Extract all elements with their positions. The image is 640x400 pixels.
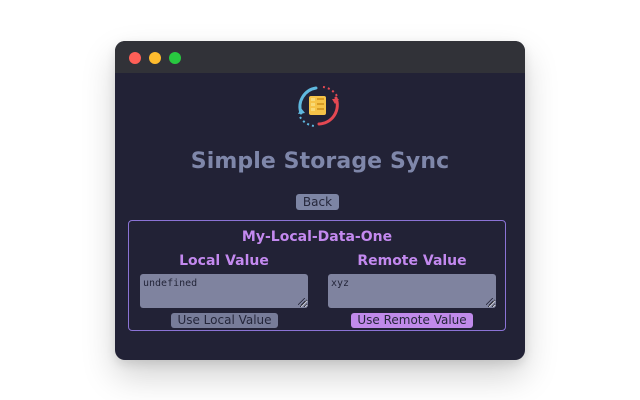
- remote-value-heading: Remote Value: [357, 253, 467, 269]
- use-local-value-button[interactable]: Use Local Value: [171, 313, 278, 328]
- local-value-textarea[interactable]: undefined: [140, 274, 308, 308]
- back-button[interactable]: Back: [296, 194, 339, 210]
- local-value-heading: Local Value: [179, 253, 269, 269]
- close-window-button[interactable]: [129, 52, 141, 64]
- storage-comparison-panel: My-Local-Data-One Local Value Remote Val…: [128, 220, 506, 331]
- storage-sync-icon: [294, 82, 342, 130]
- local-value-text: undefined: [143, 278, 198, 289]
- app-title: Simple Storage Sync: [190, 149, 450, 174]
- remote-textarea-resize-handle[interactable]: [486, 298, 493, 305]
- storage-key-title: My-Local-Data-One: [241, 229, 393, 245]
- sync-window: Simple Storage Sync Back My-Local-Data-O…: [115, 41, 525, 360]
- zoom-window-button[interactable]: [169, 52, 181, 64]
- use-remote-value-button[interactable]: Use Remote Value: [351, 313, 473, 328]
- remote-value-text: xyz: [331, 278, 350, 289]
- minimize-window-button[interactable]: [149, 52, 161, 64]
- local-textarea-resize-handle[interactable]: [298, 298, 305, 305]
- window-titlebar: [115, 41, 525, 73]
- remote-value-textarea[interactable]: xyz: [328, 274, 496, 308]
